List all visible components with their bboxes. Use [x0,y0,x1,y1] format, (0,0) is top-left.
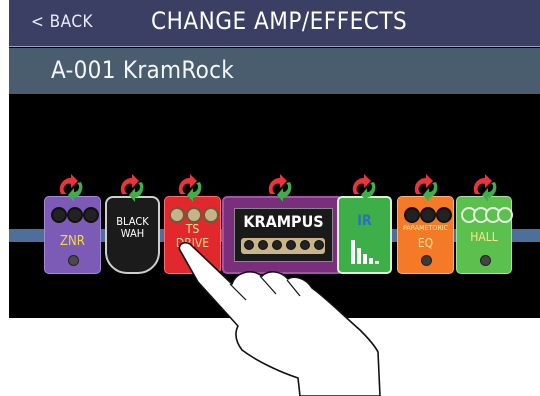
pedal-label-line2: WAH [120,227,145,240]
swap-arrows-icon[interactable] [470,172,500,202]
pedal-label-line2: EQ [417,236,434,250]
effect-pedal-parametric-eq[interactable]: PARAMETORIC EQ [397,196,454,274]
pedal-knobs [398,207,453,223]
pedal-label-line1: BLACK [116,215,149,228]
swap-arrows-icon[interactable] [265,172,295,202]
pedal-label-line1: PARAMETORIC [403,224,448,232]
pedal-label: HALL [470,230,498,244]
pedal-label: ZNR [60,234,85,249]
pedal-footswitch [480,255,491,266]
pedal-knobs [45,207,100,223]
pedal-knobs [457,207,513,223]
krampus-knob-row [241,238,325,254]
krampus-panel: KRAMPUS [234,208,333,262]
effect-pedal-ir[interactable]: IR [337,196,392,274]
screenshot-page: < BACK CHANGE AMP/EFFECTS A-001 KramRock… [0,0,540,396]
effect-pedal-hall[interactable]: HALL [456,196,513,274]
pedal-footswitch [68,255,79,266]
effect-pedal-black-wah[interactable]: BLACK WAH [105,196,160,274]
swap-arrows-icon[interactable] [349,172,379,202]
swap-arrows-icon[interactable] [411,172,441,202]
pedal-footswitch [421,255,432,266]
pedal-label: KRAMPUS [243,212,324,231]
pedal-label-line2: DRIVE [175,236,210,250]
swap-arrows-icon[interactable] [175,172,205,202]
patch-bar: A-001 KramRock [9,48,540,94]
pedal-knobs [165,207,220,223]
swap-arrows-icon[interactable] [117,172,147,202]
ir-graph-icon [351,240,379,264]
swap-arrows-icon[interactable] [56,172,86,202]
back-button[interactable]: < BACK [31,12,93,32]
effect-pedal-ts-drive[interactable]: TS DRIVE [164,196,221,274]
patch-name: A-001 KramRock [51,56,235,84]
top-bar: < BACK CHANGE AMP/EFFECTS [9,0,540,47]
effect-pedal-znr[interactable]: ZNR [44,196,101,274]
device-screen: < BACK CHANGE AMP/EFFECTS A-001 KramRock… [9,0,540,318]
pedal-label: IR [357,213,372,229]
pedal-label-line1: TS [185,222,200,236]
screen-title: CHANGE AMP/EFFECTS [151,7,408,35]
effect-pedal-krampus[interactable]: KRAMPUS [222,196,343,274]
